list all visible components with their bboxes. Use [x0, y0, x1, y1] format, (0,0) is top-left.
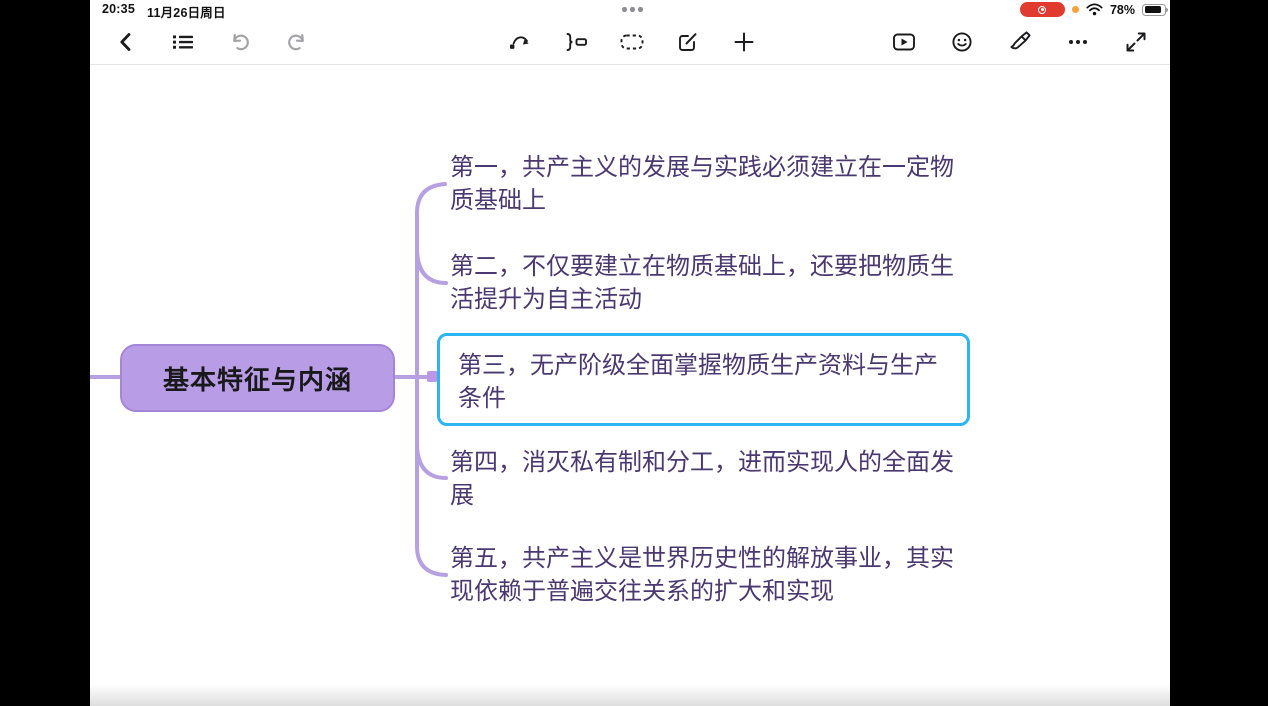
emoji-button[interactable]	[944, 22, 980, 62]
multitask-dots-icon	[622, 7, 643, 12]
boundary-button[interactable]	[614, 22, 650, 62]
undo-button[interactable]	[222, 22, 258, 62]
fullscreen-button[interactable]	[1118, 22, 1154, 62]
battery-percent: 78%	[1110, 3, 1135, 17]
chevron-left-icon	[115, 31, 137, 53]
bottom-gradient	[90, 684, 1170, 706]
branch-topic-3-label: 第三，无产阶级全面掌握物质生产资料与生产条件	[440, 336, 967, 415]
mindmap-canvas[interactable]: 基本特征与内涵 第一，共产主义的发展与实践必须建立在一定物质基础上 第二，不仅要…	[90, 65, 1170, 685]
plus-icon	[732, 30, 756, 54]
status-bar: 20:35 11月26日周日 78%	[90, 0, 1170, 20]
clock-time: 20:35	[102, 2, 135, 21]
root-topic-label: 基本特征与内涵	[163, 360, 352, 397]
redo-button[interactable]	[279, 22, 315, 62]
app-window: 20:35 11月26日周日 78%	[90, 0, 1170, 706]
boundary-dashed-icon	[619, 31, 645, 53]
smiley-icon	[950, 30, 974, 54]
note-button[interactable]	[670, 22, 706, 62]
present-button[interactable]	[886, 22, 922, 62]
mic-in-use-icon	[1072, 6, 1079, 13]
summary-brace-icon	[563, 31, 589, 53]
redo-icon	[285, 31, 309, 53]
branch2-curve	[417, 250, 446, 283]
branch-topic-5[interactable]: 第五，共产主义是世界历史性的解放事业，其实现依赖于普遍交往关系的扩大和实现	[450, 542, 966, 608]
summary-button[interactable]	[558, 22, 594, 62]
branch-topic-2[interactable]: 第二，不仅要建立在物质基础上，还要把物质生活提升为自主活动	[450, 250, 966, 316]
screen-recording-icon[interactable]	[1020, 2, 1065, 17]
outline-list-icon	[171, 31, 195, 53]
relationship-arrow-icon	[508, 31, 532, 53]
branch-topic-4[interactable]: 第四，消灭私有制和分工，进而实现人的全面发展	[450, 446, 966, 512]
device-frame: 20:35 11月26日周日 78%	[0, 0, 1268, 706]
status-date: 11月26日周日	[147, 2, 226, 21]
branch-topic-3-selected[interactable]: 第三，无产阶级全面掌握物质生产资料与生产条件	[437, 333, 970, 426]
back-button[interactable]	[108, 22, 144, 62]
relationship-button[interactable]	[502, 22, 538, 62]
outline-button[interactable]	[165, 22, 201, 62]
wifi-icon	[1086, 3, 1103, 16]
branch-topic-1[interactable]: 第一，共产主义的发展与实践必须建立在一定物质基础上	[450, 151, 966, 217]
toolbar	[90, 20, 1170, 64]
battery-icon	[1142, 4, 1166, 16]
ellipsis-icon	[1065, 31, 1091, 53]
add-topic-button[interactable]	[726, 22, 762, 62]
undo-icon	[228, 31, 252, 53]
root-topic[interactable]: 基本特征与内涵	[120, 344, 395, 412]
expand-arrows-icon	[1124, 30, 1148, 54]
play-presentation-icon	[891, 31, 917, 53]
style-button[interactable]	[1002, 22, 1038, 62]
note-compose-icon	[676, 31, 700, 53]
more-button[interactable]	[1060, 22, 1096, 62]
branch4-curve	[417, 445, 446, 478]
paint-brush-icon	[1008, 30, 1032, 54]
